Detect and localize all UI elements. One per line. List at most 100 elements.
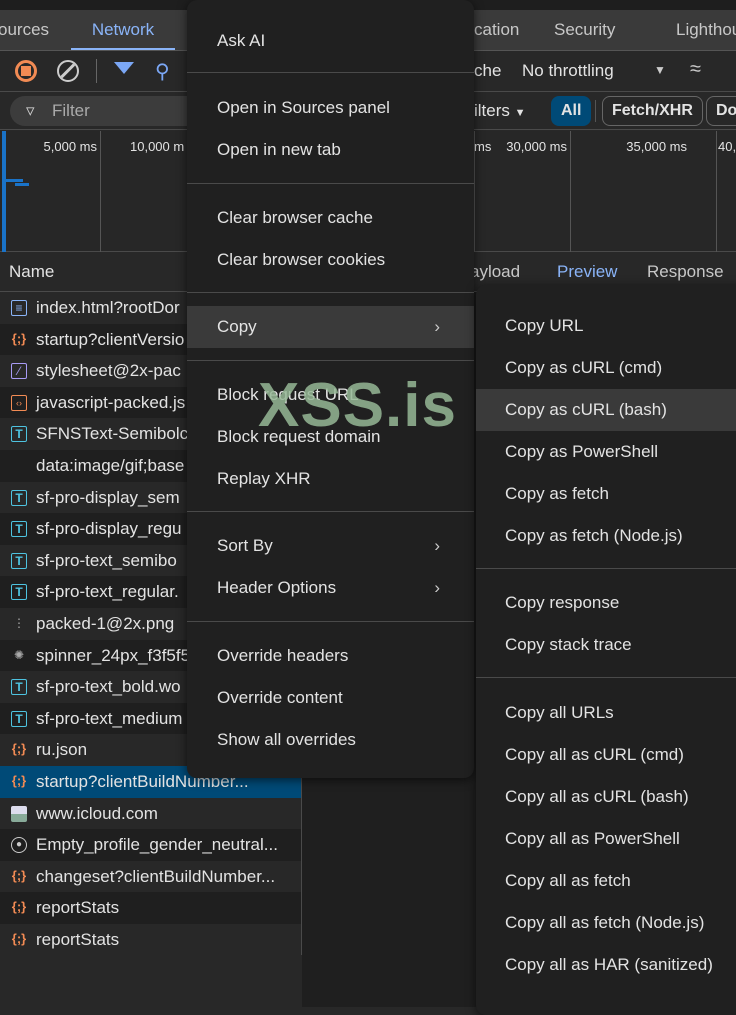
menu-item-label: Header Options	[217, 578, 337, 597]
font-icon: T	[11, 679, 27, 696]
menu-item-label: Open in Sources panel	[217, 98, 390, 117]
more-filters-dropdown[interactable]: ilters ▼	[474, 101, 526, 121]
image-dots-icon: ⋮	[13, 615, 25, 630]
menu-item-label: Ask AI	[217, 31, 266, 50]
submenu-item-copy-as-curl-bash[interactable]: Copy as cURL (bash)	[476, 389, 736, 431]
chip-all[interactable]: All	[551, 96, 592, 126]
menu-separator	[187, 183, 474, 184]
font-icon: T	[11, 552, 27, 569]
submenu-item-copy-as-curl-cmd[interactable]: Copy as cURL (cmd)	[476, 347, 736, 389]
table-row[interactable]: ● Empty_profile_gender_neutral...	[0, 829, 301, 861]
table-row[interactable]: {;} changeset?clientBuildNumber...	[0, 860, 301, 893]
font-icon: T	[11, 521, 27, 538]
tab-security[interactable]: Security	[554, 10, 615, 50]
chevron-down-icon[interactable]: ▼	[654, 63, 666, 77]
request-name: sf-pro-text_medium	[36, 708, 183, 728]
request-name: stylesheet@2x-pac	[36, 361, 181, 381]
request-name: javascript-packed.js	[36, 392, 186, 412]
menu-item-label: Replay XHR	[217, 469, 311, 488]
submenu-item-copy-all-as-har-sanitized[interactable]: Copy all as HAR (sanitized)	[476, 944, 736, 986]
tab-lighthouse[interactable]: Lighthou	[676, 10, 736, 50]
submenu-item-copy-response[interactable]: Copy response	[476, 582, 736, 624]
search-icon[interactable]: ⚲	[155, 59, 170, 84]
request-name: packed-1@2x.png	[36, 613, 175, 633]
menu-item-override-content[interactable]: Override content	[187, 677, 474, 719]
chevron-right-icon: ›	[434, 536, 440, 555]
throttling-select[interactable]: No throttling	[522, 61, 614, 81]
chip-doc[interactable]: Do	[706, 96, 736, 126]
request-name: startup?clientVersio	[36, 329, 185, 349]
tick-label: 35,000 ms	[626, 139, 687, 154]
submenu-item-copy-as-fetch[interactable]: Copy as fetch	[476, 473, 736, 515]
menu-separator	[187, 292, 474, 293]
menu-separator	[476, 568, 736, 569]
submenu-item-copy-as-powershell[interactable]: Copy as PowerShell	[476, 431, 736, 473]
script-icon: ‹›	[11, 394, 27, 411]
document-icon: ≡	[11, 300, 27, 316]
request-name: spinner_24px_f3f5f5	[36, 645, 191, 665]
menu-item-open-in-sources-panel[interactable]: Open in Sources panel	[187, 87, 474, 129]
menu-separator	[187, 511, 474, 512]
table-row[interactable]: {;} reportStats	[0, 892, 301, 924]
tab-payload[interactable]: ayload	[470, 262, 520, 282]
menu-item-replay-xhr[interactable]: Replay XHR	[187, 458, 474, 500]
menu-item-override-headers[interactable]: Override headers	[187, 635, 474, 677]
submenu-item-copy-all-as-fetch[interactable]: Copy all as fetch	[476, 860, 736, 902]
submenu-item-copy-all-as-powershell[interactable]: Copy all as PowerShell	[476, 818, 736, 860]
menu-item-clear-browser-cache[interactable]: Clear browser cache	[187, 197, 474, 239]
clear-icon[interactable]	[57, 60, 79, 82]
stylesheet-icon: ⁄	[11, 363, 27, 380]
submenu-item-copy-all-urls[interactable]: Copy all URLs	[476, 692, 736, 734]
timeline-range-handle[interactable]	[2, 131, 6, 252]
chip-fetch-xhr[interactable]: Fetch/XHR	[602, 96, 703, 126]
menu-item-label: Show all overrides	[217, 730, 356, 749]
menu-item-label: Clear browser cache	[217, 208, 373, 227]
chevron-right-icon: ›	[434, 317, 440, 336]
font-icon: T	[11, 426, 27, 443]
submenu-item-copy-as-fetch-node-js[interactable]: Copy as fetch (Node.js)	[476, 515, 736, 557]
request-name: www.icloud.com	[36, 803, 158, 823]
menu-item-open-in-new-tab[interactable]: Open in new tab	[187, 129, 474, 171]
network-conditions-icon[interactable]: ≈	[690, 58, 701, 81]
menu-item-label: Override content	[217, 688, 343, 707]
menu-item-label: Open in new tab	[217, 140, 341, 159]
submenu-item-copy-all-as-fetch-node-js[interactable]: Copy all as fetch (Node.js)	[476, 902, 736, 944]
menu-item-show-all-overrides[interactable]: Show all overrides	[187, 719, 474, 761]
filter-placeholder: Filter	[52, 101, 90, 120]
table-row[interactable]: {;} reportStats	[0, 923, 301, 956]
tab-network[interactable]: Network	[71, 10, 175, 50]
request-name: sf-pro-text_regular.	[36, 582, 179, 602]
tab-application[interactable]: cation	[474, 10, 519, 50]
menu-separator	[187, 360, 474, 361]
menu-item-label: Override headers	[217, 646, 349, 665]
filter-funnel-icon[interactable]	[114, 62, 134, 74]
filter-input[interactable]: ▿ Filter	[10, 96, 210, 126]
image-icon	[11, 805, 27, 822]
json-icon: {;}	[11, 772, 27, 788]
record-stop-icon[interactable]	[15, 60, 37, 82]
submenu-item-copy-all-as-curl-cmd[interactable]: Copy all as cURL (cmd)	[476, 734, 736, 776]
tab-response[interactable]: Response	[647, 262, 724, 282]
tick-label: 40,	[718, 139, 736, 154]
request-name: index.html?rootDor	[36, 298, 180, 317]
menu-item-copy[interactable]: Copy ›	[187, 306, 474, 348]
menu-item-ask-ai[interactable]: Ask AI	[187, 20, 474, 62]
menu-item-sort-by[interactable]: Sort By ›	[187, 525, 474, 567]
submenu-item-copy-all-as-curl-bash[interactable]: Copy all as cURL (bash)	[476, 776, 736, 818]
json-icon: {;}	[11, 867, 27, 883]
font-icon: T	[11, 489, 27, 506]
json-icon: {;}	[11, 899, 27, 915]
timeline-bar	[5, 179, 23, 182]
tab-sources[interactable]: ources	[0, 10, 49, 50]
submenu-item-copy-url[interactable]: Copy URL	[476, 305, 736, 347]
tab-preview[interactable]: Preview	[557, 262, 617, 282]
table-row[interactable]: www.icloud.com	[0, 797, 301, 830]
menu-item-label: Copy	[217, 317, 257, 336]
tick-label: 30,000 ms	[506, 139, 567, 154]
disable-cache-label[interactable]: che	[474, 61, 501, 81]
more-filters-label: ilters	[474, 101, 510, 120]
menu-item-header-options[interactable]: Header Options ›	[187, 567, 474, 609]
menu-separator	[476, 677, 736, 678]
submenu-item-copy-stack-trace[interactable]: Copy stack trace	[476, 624, 736, 666]
menu-item-clear-browser-cookies[interactable]: Clear browser cookies	[187, 239, 474, 281]
